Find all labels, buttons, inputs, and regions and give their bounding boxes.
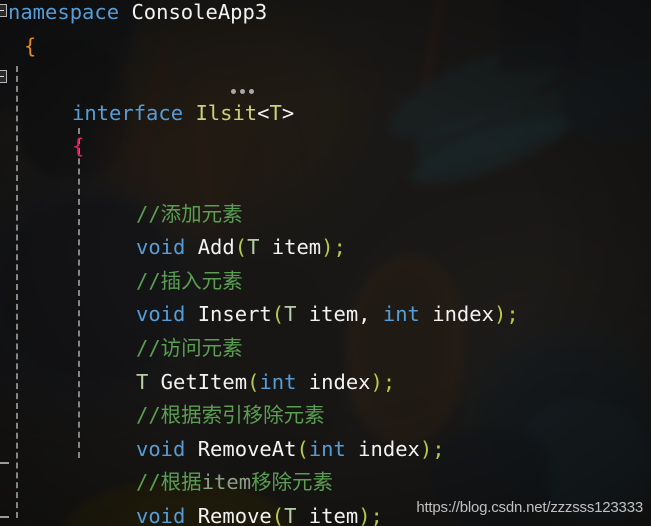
code-token: index — [296, 369, 371, 394]
fold-end-tick-inner — [0, 462, 9, 464]
code-token: int — [308, 436, 346, 461]
code-line: //添加元素 — [136, 201, 243, 226]
code-token: ) — [370, 369, 383, 394]
code-token: void — [136, 302, 186, 327]
code-token: ; — [333, 235, 346, 260]
code-token: ) — [419, 436, 433, 461]
code-line: { — [72, 134, 85, 159]
code-token: Insert — [197, 302, 272, 327]
code-token: ; — [506, 302, 519, 327]
code-token: void — [136, 504, 186, 526]
code-token: void — [136, 235, 186, 260]
code-token: { — [72, 134, 85, 159]
code-token: Ilsit — [195, 100, 258, 125]
code-token: item, — [296, 302, 383, 327]
code-token: ; — [432, 436, 445, 461]
code-editor-screenshot: namespace ConsoleApp3{interface Ilsit<T>… — [0, 0, 651, 526]
code-token: Remove — [197, 504, 272, 526]
code-line: //根据item移除元素 — [136, 470, 334, 495]
code-token: ) — [493, 302, 507, 327]
quick-action-dots-icon[interactable] — [231, 89, 254, 94]
code-token: ( — [271, 302, 285, 327]
code-token: > — [281, 100, 295, 125]
code-token: ( — [296, 436, 309, 461]
indent-guide-level-2 — [78, 128, 80, 458]
code-token: item — [201, 470, 252, 495]
code-line: void Insert(T item, int index); — [136, 302, 519, 327]
code-token: void — [136, 436, 186, 461]
fold-end-tick-outer — [0, 516, 9, 518]
indent-guide-level-1 — [16, 66, 18, 518]
code-token: ) — [358, 504, 371, 526]
code-token: item — [296, 504, 359, 526]
code-token: namespace — [8, 0, 120, 24]
code-token: < — [257, 100, 270, 125]
code-line: void Remove(T item); — [136, 506, 383, 526]
code-token: T — [269, 100, 282, 125]
code-token: ( — [271, 504, 285, 526]
code-token: //添加元素 — [136, 201, 243, 226]
code-token: int — [382, 302, 420, 327]
code-token: T — [284, 504, 297, 526]
code-line: //根据索引移除元素 — [136, 403, 325, 428]
code-token: //根据索引移除元素 — [136, 403, 325, 428]
code-token: ( — [234, 235, 248, 260]
code-token: RemoveAt — [197, 436, 297, 461]
code-token: GetItem — [148, 369, 248, 394]
code-token: item — [259, 235, 322, 260]
watermark-url: https://blog.csdn.net/zzzsss123333 — [416, 499, 643, 516]
collapse-interface-toggle[interactable] — [0, 70, 7, 83]
code-token: index — [419, 302, 494, 327]
code-line: //插入元素 — [136, 268, 243, 293]
code-token: T — [284, 302, 297, 327]
code-token: ( — [247, 369, 260, 394]
code-token: T — [247, 235, 260, 260]
code-token: 移除元素 — [251, 470, 334, 495]
code-token: T — [136, 369, 149, 394]
code-line: interface Ilsit<T> — [72, 100, 295, 125]
editor-gutter — [0, 0, 14, 526]
code-token: //访问元素 — [136, 336, 243, 360]
code-line: T GetItem(int index); — [136, 369, 396, 394]
code-token: { — [24, 33, 37, 58]
code-line: void Add(T item); — [136, 235, 346, 260]
code-token: //根据 — [136, 470, 202, 495]
code-token: //插入元素 — [136, 268, 243, 293]
code-token: int — [259, 369, 297, 394]
code-token: ) — [321, 235, 334, 260]
code-line: { — [24, 33, 37, 58]
code-token: interface — [72, 100, 184, 125]
collapse-namespace-toggle[interactable] — [0, 4, 7, 17]
code-line: void RemoveAt(int index); — [136, 436, 445, 461]
code-token: index — [345, 436, 420, 461]
code-line: //访问元素 — [136, 336, 243, 360]
code-token: ; — [382, 369, 396, 394]
code-token: ConsoleApp3 — [131, 0, 268, 24]
code-token: Add — [197, 235, 235, 260]
code-token: ; — [370, 504, 383, 526]
code-line: namespace ConsoleApp3 — [8, 0, 268, 24]
